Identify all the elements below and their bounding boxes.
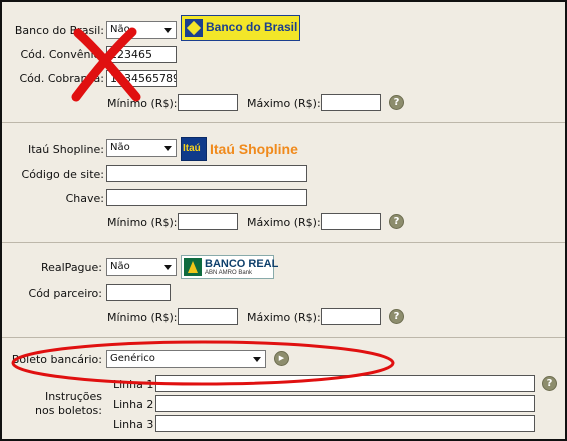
minimo-input[interactable] <box>178 213 238 230</box>
instrucoes-label-line1: Instruções <box>44 390 102 403</box>
chevron-down-icon <box>164 146 172 151</box>
red-ellipse-annotation <box>11 340 395 386</box>
help-icon[interactable]: ? <box>389 214 404 229</box>
maximo-input[interactable] <box>321 213 381 230</box>
minimo-input[interactable] <box>178 308 238 325</box>
maximo-label: Máximo (R$): <box>247 97 321 110</box>
codigo-site-label: Código de site: <box>21 168 104 181</box>
itau-logo-box-text: Itaú <box>183 143 201 154</box>
codigo-site-input[interactable] <box>106 165 307 182</box>
itau-select[interactable]: Não <box>106 139 177 157</box>
linha3-input[interactable] <box>155 415 535 432</box>
banco-real-logo: BANCO REAL ABN AMRO Bank <box>181 255 278 279</box>
realpague-label: RealPague: <box>40 261 102 274</box>
banco-real-logo-subtitle: ABN AMRO Bank <box>205 270 253 276</box>
minimo-label: Mínimo (R$): <box>107 216 178 229</box>
realpague-select[interactable]: Não <box>106 258 177 276</box>
help-icon[interactable]: ? <box>389 309 404 324</box>
payment-settings-form: Banco do Brasil: Não Banco do Brasil Cód… <box>0 0 567 441</box>
instrucoes-label-line2: nos boletos: <box>35 404 102 417</box>
linha2-label: Linha 2 <box>113 398 154 411</box>
help-icon[interactable]: ? <box>389 95 404 110</box>
banco-brasil-logo-icon <box>185 19 203 37</box>
maximo-label: Máximo (R$): <box>247 311 321 324</box>
realpague-select-value: Não <box>110 261 130 272</box>
banco-real-logo-title: BANCO REAL <box>205 258 279 270</box>
minimo-input[interactable] <box>178 94 238 111</box>
parceiro-label: Cód parceiro: <box>28 287 102 300</box>
realpague-section: RealPague: Não BANCO REAL ABN AMRO Bank C… <box>2 243 565 338</box>
maximo-input[interactable] <box>321 94 381 111</box>
itau-logo-icon: Itaú <box>181 137 207 161</box>
red-x-annotation <box>71 27 141 102</box>
chave-label: Chave: <box>65 192 104 205</box>
maximo-input[interactable] <box>321 308 381 325</box>
help-icon[interactable]: ? <box>542 376 557 391</box>
itau-logo-text: Itaú Shopline <box>210 141 298 157</box>
parceiro-input[interactable] <box>106 284 171 301</box>
itau-select-value: Não <box>110 142 130 153</box>
minimo-label: Mínimo (R$): <box>107 311 178 324</box>
banco-brasil-logo-text: Banco do Brasil <box>206 20 298 34</box>
chave-input[interactable] <box>106 189 307 206</box>
maximo-label: Máximo (R$): <box>247 216 321 229</box>
chevron-down-icon <box>164 265 172 270</box>
chevron-down-icon <box>164 28 172 33</box>
banco-brasil-logo: Banco do Brasil <box>181 15 300 41</box>
banco-real-logo-icon <box>184 258 202 276</box>
itau-section: Itaú Shopline: Não Itaú Itaú Shopline Có… <box>2 123 565 243</box>
linha2-input[interactable] <box>155 395 535 412</box>
linha3-label: Linha 3 <box>113 418 154 431</box>
itau-label: Itaú Shopline: <box>28 143 104 156</box>
